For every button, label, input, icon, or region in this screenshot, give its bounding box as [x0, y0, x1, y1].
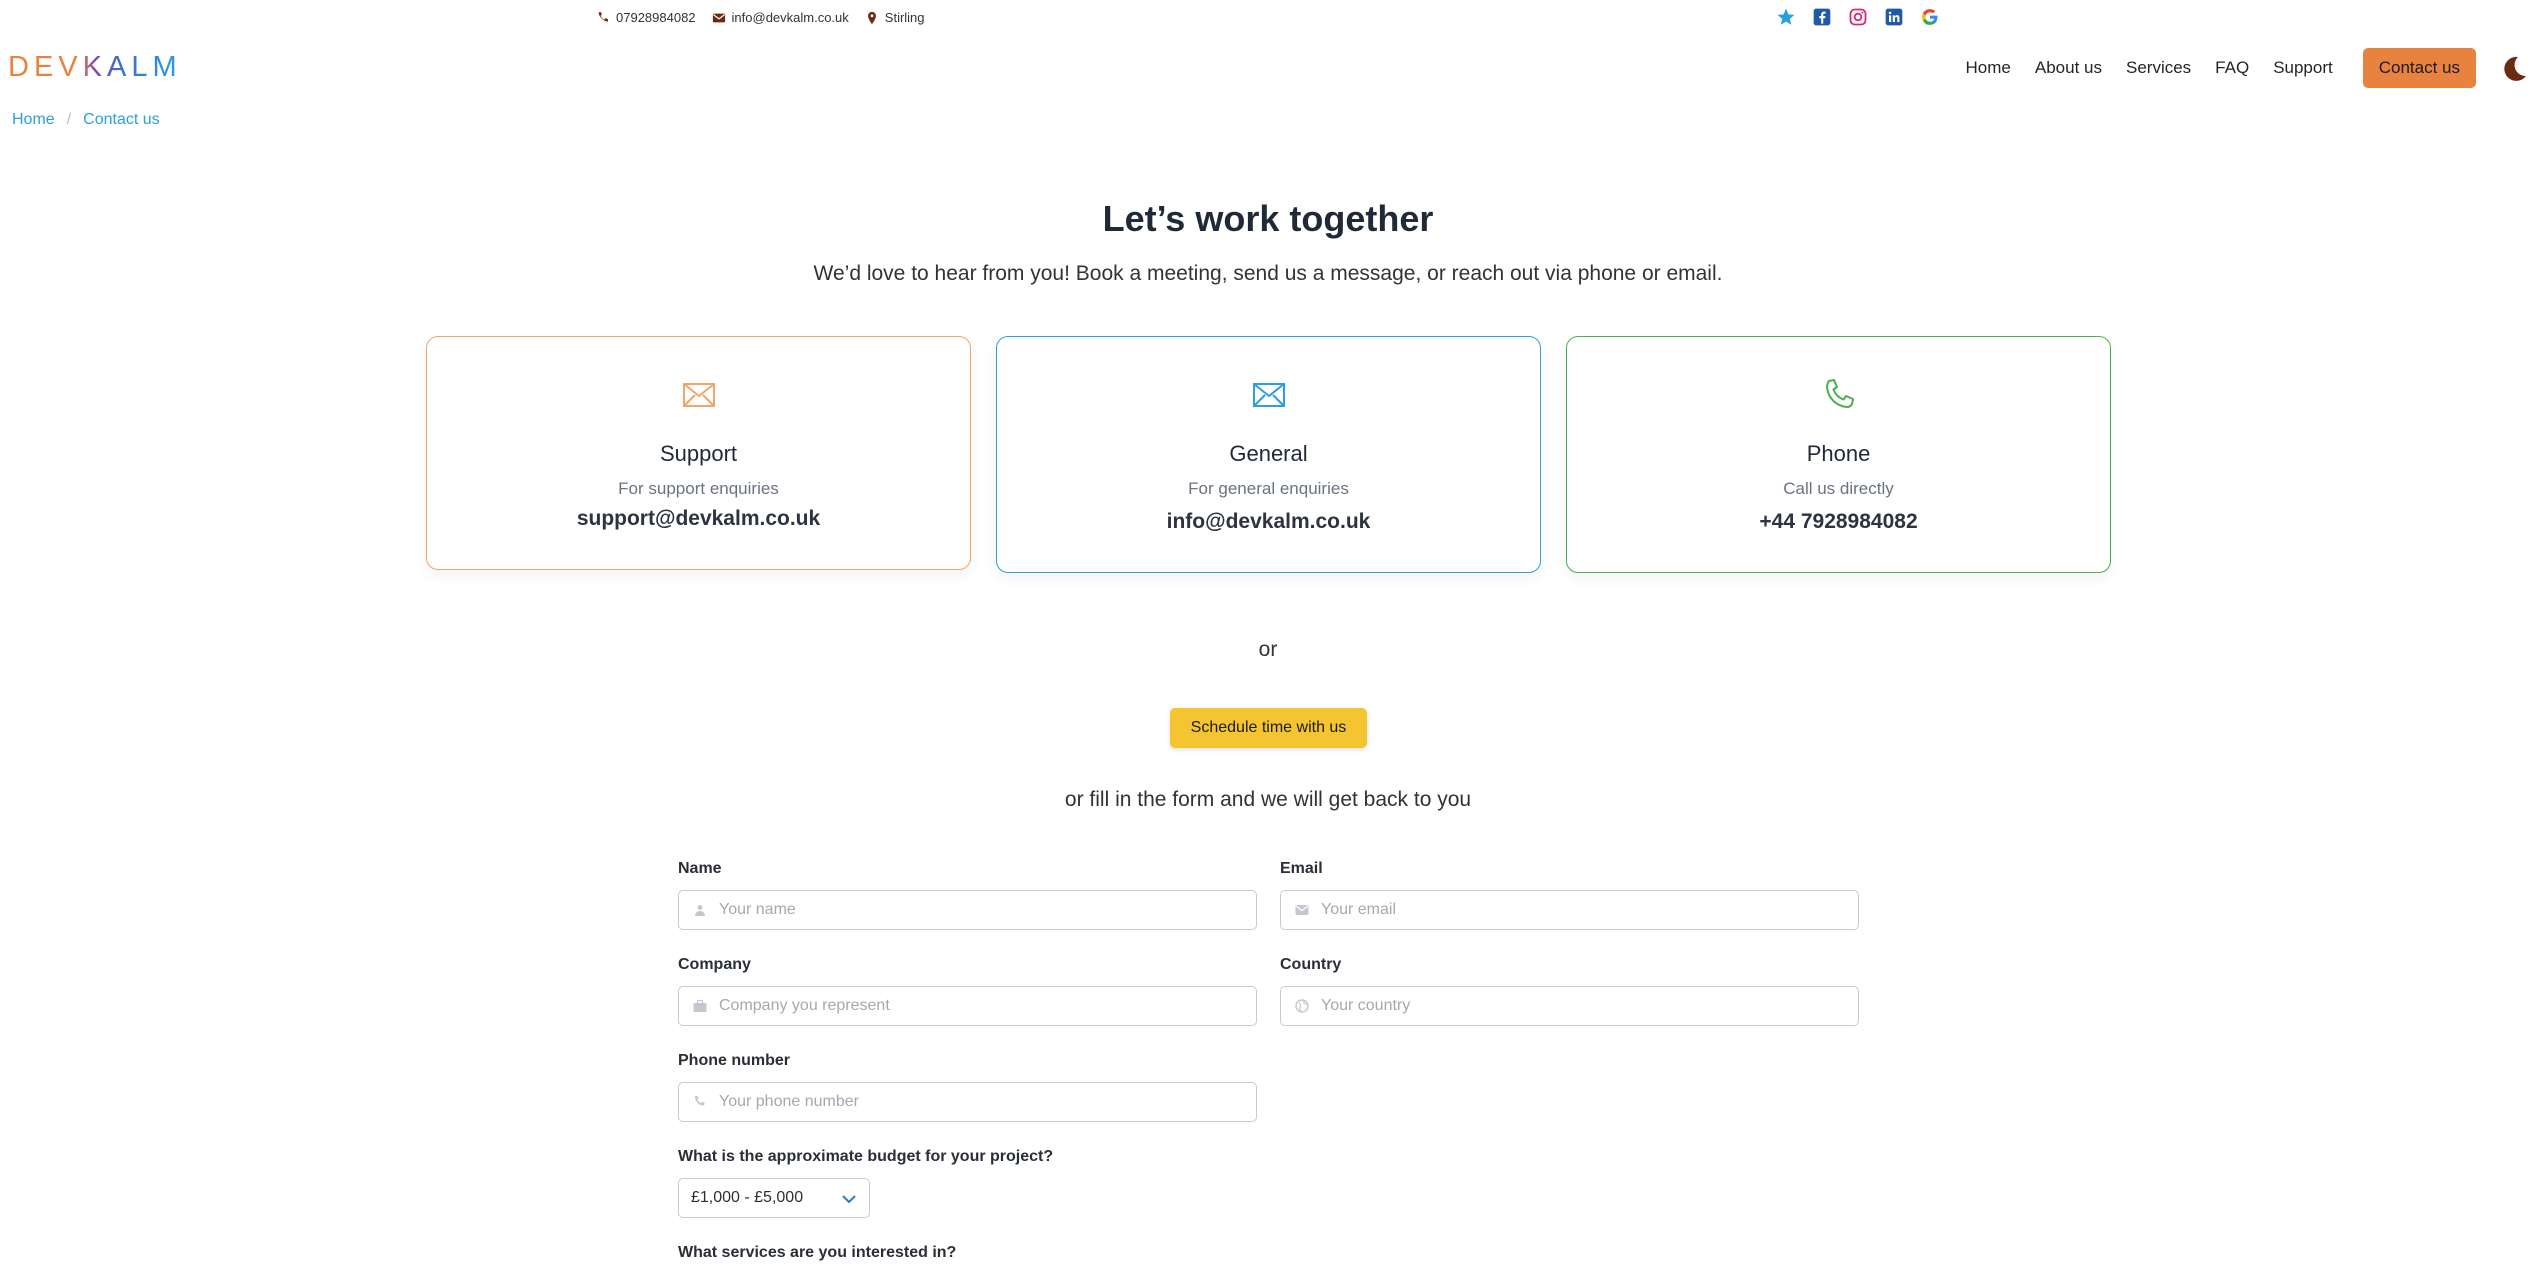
budget-selected-value: £1,000 - £5,000 [691, 1189, 804, 1206]
phone-icon [1821, 377, 1857, 413]
topbar-contact: 07928984082 info@devkalm.co.uk Stirling [596, 10, 941, 25]
breadcrumb-current[interactable]: Contact us [83, 111, 159, 129]
google-icon[interactable] [1919, 6, 1941, 28]
logo-text: DEVKALM [8, 52, 182, 82]
card-description: For support enquiries [618, 479, 779, 498]
company-placeholder: Company you represent [719, 997, 890, 1014]
topbar-email[interactable]: info@devkalm.co.uk [712, 10, 849, 25]
card-value[interactable]: support@devkalm.co.uk [427, 507, 970, 531]
card-title: Phone [1806, 441, 1871, 466]
card-description: Call us directly [1783, 479, 1894, 498]
company-field[interactable]: Company you represent [678, 986, 1257, 1026]
support-card[interactable]: Support For support enquiries support@de… [426, 336, 971, 570]
envelope-icon [712, 11, 726, 25]
schedule-button[interactable]: Schedule time with us [1170, 708, 1367, 748]
envelope-icon [1295, 903, 1309, 917]
moon-icon[interactable] [2499, 54, 2529, 84]
email-placeholder: Your email [1321, 901, 1397, 918]
page-title: Let’s work together [1102, 198, 1434, 239]
nav-support[interactable]: Support [2273, 58, 2333, 78]
phone-icon [693, 1095, 707, 1109]
services-label: What services are you interested in? [678, 1244, 957, 1261]
nav-home[interactable]: Home [1966, 58, 2011, 78]
country-label: Country [1280, 956, 1342, 973]
form-intro: or fill in the form and we will get back… [1064, 788, 1472, 811]
nav-services[interactable]: Services [2126, 58, 2191, 78]
facebook-icon[interactable] [1811, 6, 1833, 28]
email-label: Email [1280, 860, 1323, 877]
name-label: Name [678, 860, 722, 877]
card-title: Support [659, 441, 738, 466]
breadcrumb: Home / Contact us [12, 111, 160, 129]
devkalm-logo[interactable]: DEVKALM [8, 52, 208, 82]
country-placeholder: Your country [1321, 997, 1411, 1014]
linkedin-icon[interactable] [1883, 6, 1905, 28]
topbar-phone[interactable]: 07928984082 [596, 10, 696, 25]
name-placeholder: Your name [719, 901, 796, 918]
star-icon[interactable] [1775, 6, 1797, 28]
chevron-down-icon [841, 1192, 857, 1206]
phone-placeholder: Your phone number [719, 1093, 859, 1110]
country-field[interactable]: Your country [1280, 986, 1859, 1026]
nav-about-us[interactable]: About us [2035, 58, 2102, 78]
phone-icon [596, 11, 610, 25]
budget-select[interactable]: £1,000 - £5,000 [678, 1178, 870, 1218]
breadcrumb-separator: / [66, 111, 72, 128]
name-field[interactable]: Your name [678, 890, 1257, 930]
phone-label: Phone number [678, 1052, 791, 1069]
social-links [1775, 6, 1955, 28]
phone-number-field[interactable]: Your phone number [678, 1082, 1257, 1122]
or-divider-text: or [1258, 638, 1278, 661]
nav-faq[interactable]: FAQ [2215, 58, 2249, 78]
company-label: Company [678, 956, 751, 973]
instagram-icon[interactable] [1847, 6, 1869, 28]
card-value[interactable]: +44 7928984082 [1567, 510, 2110, 534]
topbar-location: Stirling [865, 10, 925, 25]
topbar-email-text: info@devkalm.co.uk [731, 10, 849, 25]
globe-icon [1295, 999, 1309, 1013]
budget-label: What is the approximate budget for your … [678, 1148, 1054, 1165]
location-pin-icon [865, 11, 879, 25]
phone-card[interactable]: Phone Call us directly +44 7928984082 [1566, 336, 2111, 573]
envelope-icon [681, 377, 717, 413]
briefcase-icon [693, 999, 707, 1013]
card-description: For general enquiries [1188, 479, 1349, 498]
user-icon [693, 903, 707, 917]
general-card[interactable]: General For general enquiries info@devka… [996, 336, 1541, 573]
card-value[interactable]: info@devkalm.co.uk [997, 510, 1540, 534]
email-field[interactable]: Your email [1280, 890, 1859, 930]
contact-us-button[interactable]: Contact us [2362, 48, 2476, 88]
page-subtitle: We’d love to hear from you! Book a meeti… [813, 262, 1723, 285]
topbar-phone-text: 07928984082 [616, 10, 696, 25]
envelope-icon [1251, 377, 1287, 413]
main-nav: Home About us Services FAQ Support Conta… [1966, 48, 2476, 88]
breadcrumb-home[interactable]: Home [12, 111, 55, 129]
card-title: General [1229, 441, 1308, 466]
topbar-location-text: Stirling [884, 10, 925, 25]
